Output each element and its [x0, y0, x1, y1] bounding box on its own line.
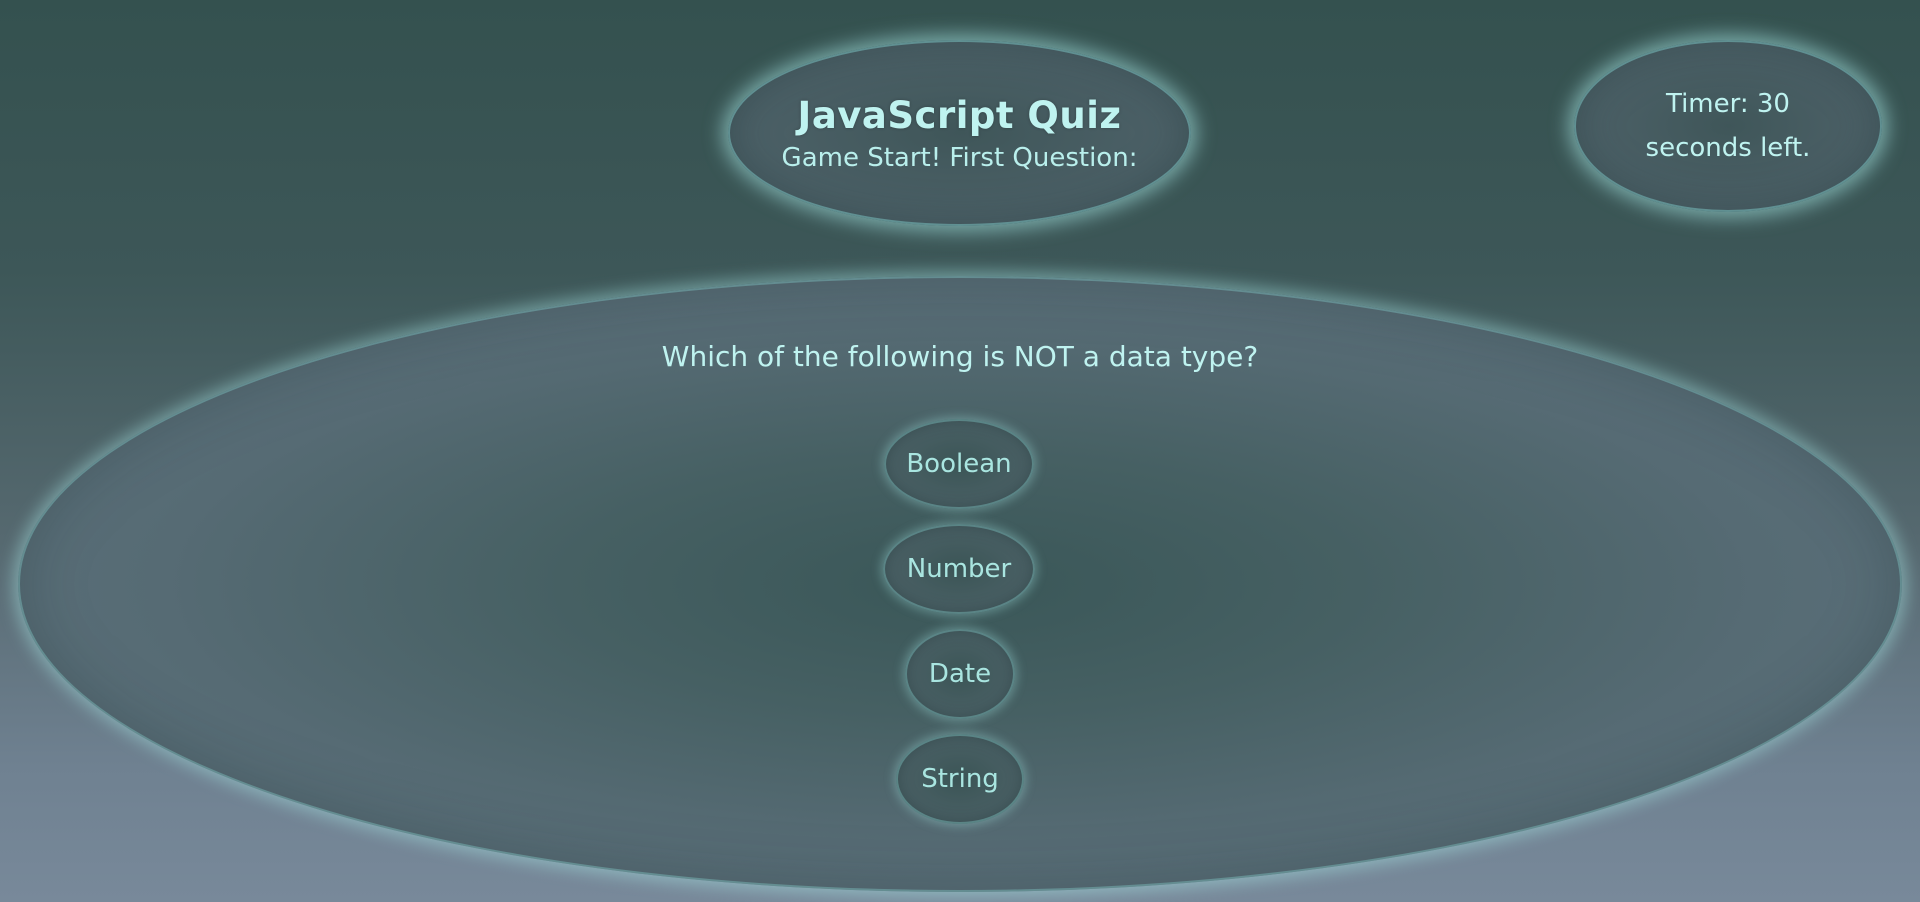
- timer-panel: Timer: 30 seconds left.: [1574, 40, 1882, 212]
- answer-button-string[interactable]: String: [896, 734, 1024, 824]
- page-subtitle: Game Start! First Question:: [781, 142, 1138, 173]
- timer-text: Timer: 30 seconds left.: [1645, 89, 1811, 163]
- answer-button-number[interactable]: Number: [883, 524, 1035, 614]
- question-text: Which of the following is NOT a data typ…: [661, 340, 1259, 373]
- page-title: JavaScript Quiz: [797, 93, 1122, 137]
- quiz-header: JavaScript Quiz Game Start! First Questi…: [728, 40, 1191, 226]
- answer-button-boolean[interactable]: Boolean: [884, 419, 1034, 509]
- answer-button-date[interactable]: Date: [905, 629, 1015, 719]
